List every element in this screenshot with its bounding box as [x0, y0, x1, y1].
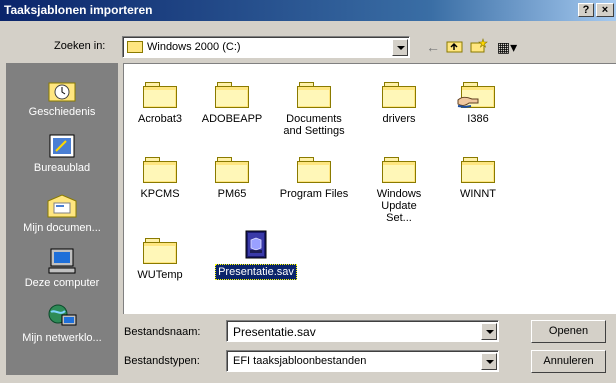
filetype-dropdown-arrow[interactable]: [481, 353, 497, 370]
file-item-adobeapp[interactable]: ADOBEAPP: [192, 82, 272, 126]
folder-icon: [143, 238, 177, 264]
place-label: Bureaublad: [33, 162, 91, 174]
template-file-icon: [245, 230, 267, 259]
open-button[interactable]: Openen: [531, 320, 606, 343]
folder-icon: [215, 82, 249, 108]
lookin-dropdown-arrow[interactable]: [392, 39, 408, 56]
folder-icon: [382, 82, 416, 108]
my-documents-icon: [47, 194, 77, 218]
new-folder-icon[interactable]: [470, 38, 488, 56]
file-name: WINNT: [459, 188, 497, 200]
file-name: KPCMS: [140, 188, 180, 200]
file-name: PM65: [217, 188, 247, 200]
cancel-button[interactable]: Annuleren: [531, 350, 606, 373]
file-name: Windows Update Set...: [376, 188, 422, 224]
filetype-label: Bestandstypen:: [124, 355, 200, 367]
place-label: Geschiedenis: [28, 106, 96, 118]
file-name: I386: [467, 113, 489, 125]
file-item-presentatie[interactable]: Presentatie.sav: [200, 230, 312, 280]
place-label: Mijn documen...: [23, 222, 101, 234]
folder-icon: [143, 82, 177, 108]
folder-icon: [143, 157, 177, 183]
file-item-wutemp[interactable]: WUTemp: [120, 238, 200, 282]
file-name: Program Files: [279, 188, 349, 200]
network-places-icon: [48, 304, 77, 326]
filetype-dropdown[interactable]: EFI taaksjabloonbestanden: [226, 350, 499, 372]
file-dialog: Taaksjablonen importeren ? × Zoeken in: …: [0, 0, 616, 383]
folder-icon: [382, 157, 416, 183]
history-icon: [48, 82, 76, 102]
file-name: WUTemp: [137, 269, 183, 281]
file-item-windows-update[interactable]: Windows Update Set...: [359, 157, 439, 225]
folder-icon: [297, 157, 331, 183]
file-item-kpcms[interactable]: KPCMS: [120, 157, 200, 201]
places-bar: Geschiedenis Bureaublad Mijn documen...: [6, 63, 118, 375]
file-item-pm65[interactable]: PM65: [192, 157, 272, 201]
lookin-label: Zoeken in:: [54, 40, 106, 52]
place-my-computer[interactable]: Deze computer: [6, 248, 118, 289]
up-folder-icon[interactable]: [446, 38, 464, 56]
shared-folder-icon: [457, 82, 495, 108]
back-icon[interactable]: ←: [424, 38, 442, 56]
filename-dropdown-arrow[interactable]: [481, 323, 497, 340]
place-label: Mijn netwerklo...: [22, 332, 102, 344]
lookin-dropdown[interactable]: Windows 2000 (C:): [122, 36, 410, 58]
folder-icon: [461, 157, 495, 183]
file-name: Acrobat3: [137, 113, 183, 125]
file-name: drivers: [382, 113, 416, 125]
lookin-value: Windows 2000 (C:): [147, 41, 241, 53]
place-label: Deze computer: [24, 277, 100, 289]
help-button[interactable]: ?: [578, 3, 594, 17]
file-item-acrobat3[interactable]: Acrobat3: [120, 82, 200, 126]
file-name: Documents and Settings: [283, 113, 345, 137]
view-menu-icon[interactable]: ▦▾: [492, 38, 522, 56]
file-list[interactable]: Acrobat3 ADOBEAPP Documents and Settings…: [123, 63, 616, 314]
file-name: ADOBEAPP: [201, 113, 263, 125]
drive-folder-icon: [127, 41, 143, 53]
file-item-documents-settings[interactable]: Documents and Settings: [274, 82, 354, 138]
filename-value: Presentatie.sav: [233, 325, 316, 339]
folder-icon: [297, 82, 331, 108]
desktop-icon: [49, 134, 75, 158]
window-title: Taaksjablonen importeren: [4, 3, 153, 17]
folder-icon: [215, 157, 249, 183]
file-item-program-files[interactable]: Program Files: [274, 157, 354, 201]
filename-input[interactable]: Presentatie.sav: [226, 320, 499, 342]
my-computer-icon: [48, 248, 76, 274]
title-bar[interactable]: Taaksjablonen importeren ? ×: [0, 0, 616, 21]
close-button[interactable]: ×: [596, 3, 614, 17]
filetype-value: EFI taaksjabloonbestanden: [233, 355, 367, 367]
filename-label: Bestandsnaam:: [124, 326, 201, 338]
file-name: Presentatie.sav: [215, 264, 297, 280]
file-item-i386[interactable]: I386: [438, 82, 518, 126]
place-my-documents[interactable]: Mijn documen...: [6, 193, 118, 234]
place-history[interactable]: Geschiedenis: [6, 77, 118, 118]
place-network[interactable]: Mijn netwerklo...: [6, 303, 118, 344]
file-item-drivers[interactable]: drivers: [359, 82, 439, 126]
place-desktop[interactable]: Bureaublad: [6, 133, 118, 174]
file-item-winnt[interactable]: WINNT: [438, 157, 518, 201]
